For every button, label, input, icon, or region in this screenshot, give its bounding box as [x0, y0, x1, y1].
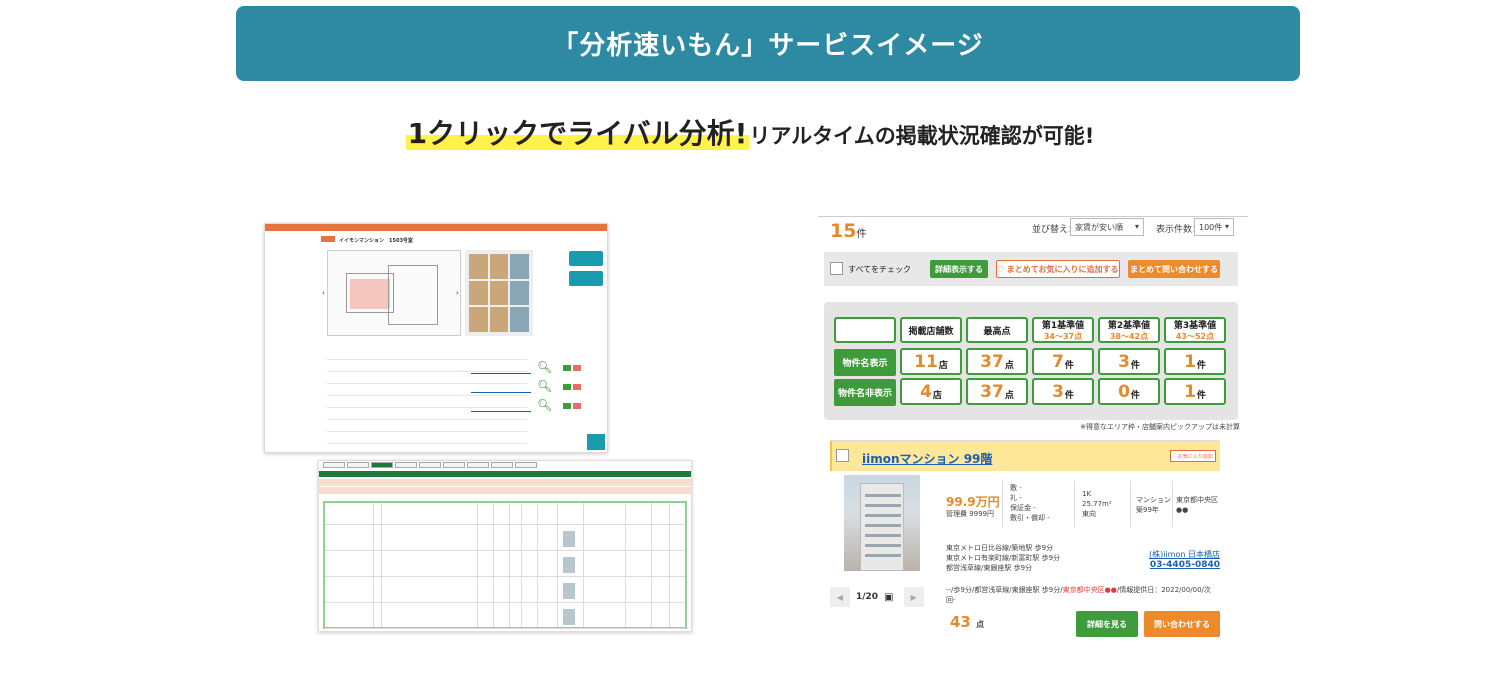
view-detail-button[interactable]: 詳細を見る — [1076, 611, 1138, 637]
preview-green-bar — [319, 471, 691, 477]
chevron-down-icon: ▾ — [1134, 222, 1139, 231]
preview-action-button-2[interactable] — [569, 271, 603, 286]
detail-display-button[interactable]: 詳細表示する — [930, 260, 988, 278]
bulk-favorite-button[interactable]: ♡ まとめてお気に入りに追加する — [996, 260, 1120, 278]
preview-action-button-1[interactable] — [569, 251, 603, 266]
building-photo[interactable] — [844, 475, 920, 571]
listing-access: 東京メトロ日比谷線/築地駅 歩9分 東京メトロ有楽町線/新富町駅 歩9分 都営浅草線… — [946, 544, 1061, 572]
stats-value: 3件 — [1032, 378, 1094, 405]
bulk-inquire-button[interactable]: まとめて問い合わせする — [1128, 260, 1220, 278]
preview-tabs — [319, 461, 691, 469]
results-divider — [818, 216, 1248, 217]
preview-info-rows — [327, 348, 527, 444]
search-icon[interactable]: 🔍︎ — [537, 360, 552, 374]
prev-photo-button[interactable]: ◀ — [830, 587, 850, 607]
preview-link-1[interactable] — [471, 366, 531, 374]
listing-agent-link[interactable]: (株)iimon 日本橋店 03-4405-0840 — [1130, 549, 1220, 570]
stats-value: 4店 — [900, 378, 962, 405]
chevron-down-icon: ▾ — [1224, 222, 1229, 231]
listing-footer-info: --/歩9分/都営浅草線/東銀座駅 歩9分/東京都中央区●●/情報提供日：202… — [946, 586, 1211, 604]
stats-value: 37 点 — [966, 378, 1028, 405]
stats-value: 1件 — [1164, 378, 1226, 405]
preview-mini-button[interactable] — [563, 403, 571, 409]
inquire-button[interactable]: 問い合わせする — [1144, 611, 1220, 637]
stats-value: 37 点 — [966, 348, 1028, 375]
preview-mini-button[interactable] — [563, 384, 571, 390]
prev-image-icon: ‹ — [322, 289, 325, 297]
subheading-rest: リアルタイムの掲載状況確認が可能! — [749, 124, 1095, 148]
preview-link-3[interactable] — [471, 404, 531, 412]
preview-link-2[interactable] — [471, 385, 531, 393]
listing-type-info: マンション 築99年 — [1136, 496, 1171, 514]
stats-row-label: 物件名非表示 — [834, 379, 896, 406]
listing-header: iimonマンション 99階 ♡ お気に入り追加 — [830, 441, 1220, 471]
stats-value: 0件 — [1098, 378, 1160, 405]
stats-header: 最高点 — [966, 317, 1028, 343]
photo-pager: ◀ 1/20 ▣ ▶ — [830, 587, 924, 607]
sort-select[interactable]: 家賃が安い順 ▾ — [1070, 218, 1144, 236]
listing-card: iimonマンション 99階 ♡ お気に入り追加 99.9万円 管理費 9999円… — [830, 440, 1220, 640]
stats-row-label: 物件名表示 — [834, 349, 896, 376]
preview-table — [323, 501, 687, 629]
heart-icon: ♡ — [997, 264, 1005, 274]
check-all-checkbox[interactable] — [830, 262, 843, 275]
preview-filter-row — [319, 487, 691, 494]
stats-note: ※得意なエリア枠・店舗案内ピックアップは未計算 — [1080, 423, 1240, 431]
photo-page-indicator: 1/20 — [856, 592, 879, 602]
preview-filter-row — [319, 479, 691, 486]
bulk-action-bar: すべてをチェック 詳細表示する ♡ まとめてお気に入りに追加する まとめて問い合わ… — [824, 252, 1238, 286]
result-count: 15件 — [830, 220, 867, 242]
listing-deposit: 敷 -礼 - 保証金 - 敷引・償却 - — [1010, 484, 1050, 522]
stats-value: 11 店 — [900, 348, 962, 375]
search-icon[interactable]: 🔍︎ — [537, 379, 552, 393]
stats-value: 7件 — [1032, 348, 1094, 375]
preview-mini-button[interactable] — [573, 365, 581, 371]
listing-name-link[interactable]: iimonマンション 99階 — [862, 450, 992, 467]
service-banner: 「分析速いもん」サービスイメージ — [236, 6, 1300, 81]
preview-property-title: イイモンマンション 1503号室 — [339, 238, 413, 244]
check-all-label: すべてをチェック — [848, 265, 911, 274]
per-page-select[interactable]: 100件 ▾ — [1194, 218, 1234, 236]
next-image-icon: › — [456, 289, 459, 297]
stats-corner-cell — [834, 317, 896, 343]
listing-score: 43 点 — [950, 613, 985, 631]
listing-checkbox[interactable] — [836, 449, 849, 462]
banner-title: 「分析速いもん」サービスイメージ — [552, 31, 984, 61]
preview-tag — [321, 236, 335, 242]
preview-mini-button[interactable] — [573, 403, 581, 409]
subheading: 1クリックでライバル分析!リアルタイムの掲載状況確認が可能! — [0, 112, 1500, 152]
stats-value: 3件 — [1098, 348, 1160, 375]
listing-layout-info: 1K 25.77m² 東向 — [1082, 490, 1112, 518]
stats-value: 1件 — [1164, 348, 1226, 375]
listing-price: 99.9万円 — [946, 495, 1000, 509]
preview-menu-button[interactable] — [587, 434, 605, 450]
stats-header: 第1基準値 34〜37点 — [1032, 317, 1094, 343]
rival-analysis-table-preview — [318, 460, 692, 632]
photo-thumbnails — [465, 250, 533, 336]
preview-mini-button[interactable] — [563, 365, 571, 371]
next-photo-button[interactable]: ▶ — [903, 587, 924, 607]
search-icon[interactable]: 🔍︎ — [537, 398, 552, 412]
stats-header: 第2基準値 38〜42点 — [1098, 317, 1160, 343]
stats-header: 掲載店舗数 — [900, 317, 962, 343]
floor-plan-image: ‹ › — [322, 250, 461, 336]
listing-management-fee: 管理費 9999円 — [946, 510, 995, 518]
gallery-icon[interactable]: ▣ — [884, 592, 893, 603]
listing-address: 東京都中央区●● — [1176, 496, 1218, 514]
listing-favorite-button[interactable]: ♡ お気に入り追加 — [1170, 450, 1216, 462]
stats-header: 第3基準値 43〜52点 — [1164, 317, 1226, 343]
preview-topbar — [265, 224, 607, 231]
property-detail-preview: イイモンマンション 1503号室 ‹ › 🔍︎ 🔍︎ 🔍︎ — [264, 223, 608, 453]
subheading-highlight: 1クリックでライバル分析! — [405, 117, 750, 150]
preview-mini-button[interactable] — [573, 384, 581, 390]
